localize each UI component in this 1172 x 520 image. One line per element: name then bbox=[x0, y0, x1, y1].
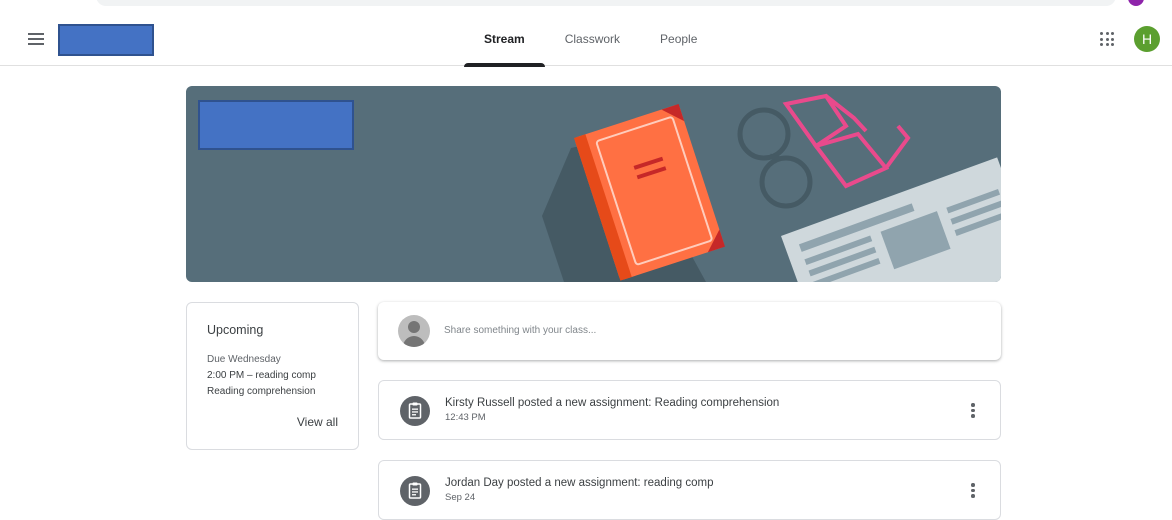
tab-classwork[interactable]: Classwork bbox=[545, 10, 640, 66]
class-banner bbox=[186, 86, 1001, 282]
tab-stream[interactable]: Stream bbox=[464, 10, 545, 67]
redacted-class-name[interactable] bbox=[58, 24, 154, 56]
google-apps-grid-icon[interactable] bbox=[1098, 30, 1116, 48]
upcoming-item-time[interactable]: 2:00 PM – reading comp bbox=[207, 370, 316, 381]
newspaper-icon bbox=[781, 157, 1001, 282]
upcoming-due-label: Due Wednesday bbox=[207, 354, 281, 365]
stream-post[interactable]: Kirsty Russell posted a new assignment: … bbox=[378, 380, 1001, 440]
upcoming-item-name[interactable]: Reading comprehension bbox=[207, 386, 315, 397]
share-placeholder[interactable]: Share something with your class... bbox=[444, 325, 596, 336]
assignment-icon bbox=[400, 396, 430, 426]
user-avatar-icon bbox=[398, 315, 430, 347]
share-box[interactable]: Share something with your class... bbox=[378, 302, 1001, 360]
post-date: 12:43 PM bbox=[445, 412, 486, 423]
more-options-icon[interactable] bbox=[970, 401, 976, 419]
pink-glasses-icon bbox=[782, 93, 911, 189]
hamburger-menu-icon[interactable] bbox=[22, 29, 50, 49]
view-all-link[interactable]: View all bbox=[297, 415, 338, 429]
account-avatar[interactable]: H bbox=[1134, 26, 1160, 52]
browser-address-bar[interactable] bbox=[96, 0, 1116, 6]
tab-people[interactable]: People bbox=[640, 10, 717, 66]
browser-profile-icon[interactable] bbox=[1128, 0, 1144, 6]
redacted-class-title bbox=[198, 100, 354, 150]
upcoming-title: Upcoming bbox=[207, 323, 264, 337]
more-options-icon[interactable] bbox=[970, 481, 976, 499]
post-date: Sep 24 bbox=[445, 492, 476, 503]
assignment-icon bbox=[400, 476, 430, 506]
upcoming-card: Upcoming Due Wednesday 2:00 PM – reading… bbox=[186, 302, 359, 450]
browser-toolbar bbox=[0, 0, 1172, 10]
post-title[interactable]: Kirsty Russell posted a new assignment: … bbox=[445, 397, 779, 409]
stream-post[interactable]: Jordan Day posted a new assignment: read… bbox=[378, 460, 1001, 520]
app-header: Stream Classwork People H bbox=[0, 10, 1172, 67]
post-title[interactable]: Jordan Day posted a new assignment: read… bbox=[445, 477, 714, 489]
tab-bar: Stream Classwork People bbox=[464, 10, 717, 67]
